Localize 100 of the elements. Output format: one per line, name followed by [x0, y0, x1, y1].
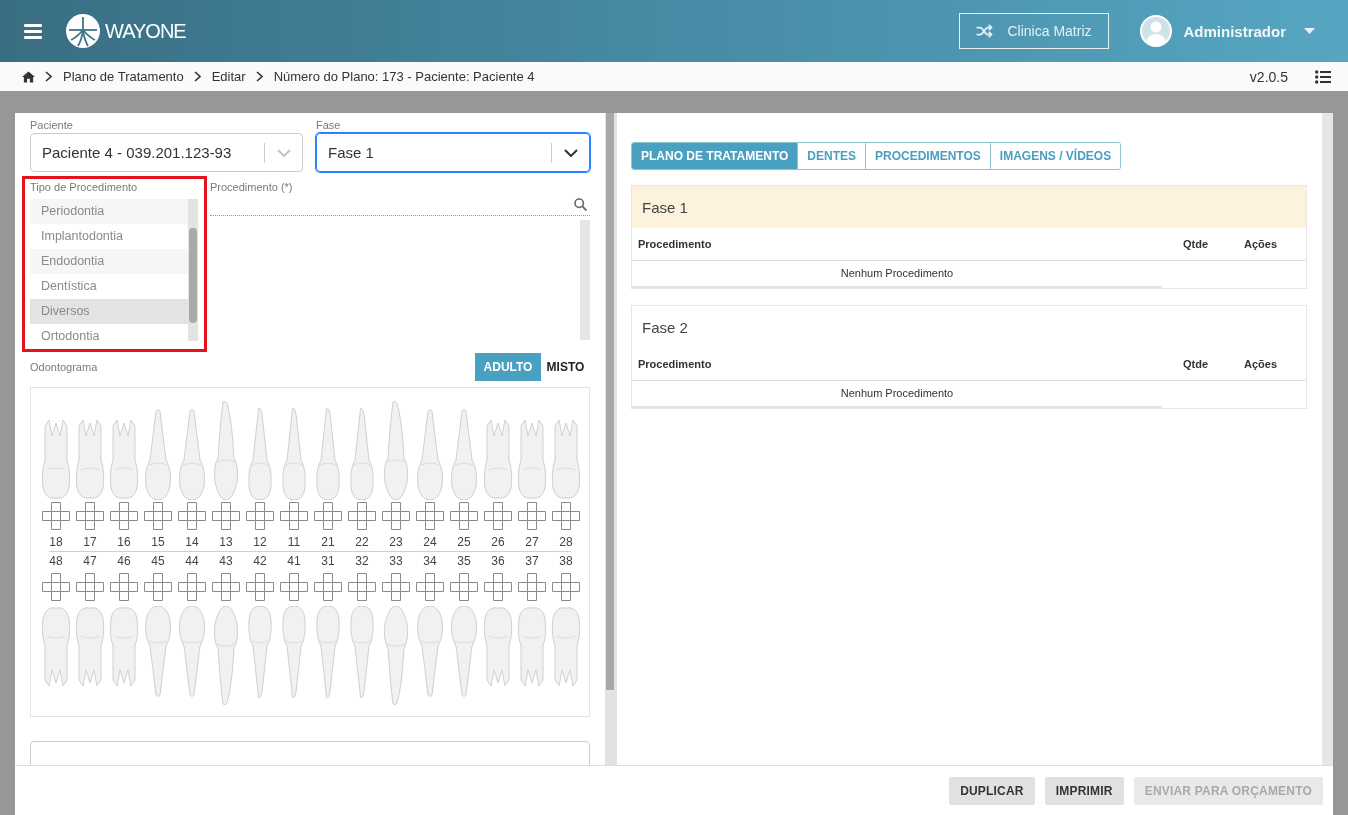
- cross-grid-icon[interactable]: [484, 502, 512, 530]
- cross-grid-icon[interactable]: [280, 502, 308, 530]
- tooth-icon[interactable]: [517, 420, 547, 500]
- cross-grid-icon[interactable]: [280, 573, 308, 601]
- scrollbar-track[interactable]: [188, 199, 198, 341]
- tooth-icon[interactable]: [41, 420, 71, 500]
- cross-grid-icon[interactable]: [178, 502, 206, 530]
- tooth-number: 21: [321, 534, 335, 551]
- tooth-icon[interactable]: [177, 408, 207, 500]
- cross-grid-icon[interactable]: [178, 573, 206, 601]
- list-icon[interactable]: [1315, 69, 1331, 84]
- chevron-icon[interactable]: [564, 148, 578, 157]
- tooth-icon[interactable]: [415, 606, 445, 698]
- tooth-icon[interactable]: [483, 420, 513, 500]
- tooth-icon[interactable]: [347, 606, 377, 698]
- tooth-number: 28: [559, 534, 573, 551]
- dropdown-option[interactable]: Periodontia: [30, 199, 188, 224]
- cross-grid-icon[interactable]: [450, 573, 478, 601]
- tooth-icon[interactable]: [211, 400, 241, 500]
- cross-grid-icon[interactable]: [246, 502, 274, 530]
- cross-grid-icon[interactable]: [314, 573, 342, 601]
- dropdown-option[interactable]: Diversos: [30, 299, 188, 324]
- scrollbar-thumb[interactable]: [189, 228, 197, 323]
- tooth-icon[interactable]: [347, 408, 377, 500]
- cross-grid-icon[interactable]: [518, 502, 546, 530]
- search-icon[interactable]: [574, 198, 587, 211]
- tooth-icon[interactable]: [245, 408, 275, 500]
- scrollbar-track[interactable]: [1322, 113, 1333, 765]
- logo-icon: [66, 14, 100, 48]
- tooth-icon[interactable]: [75, 420, 105, 500]
- tooth-icon[interactable]: [211, 606, 241, 706]
- cross-grid-icon[interactable]: [348, 502, 376, 530]
- tab[interactable]: IMAGENS / VÍDEOS: [989, 143, 1121, 169]
- cross-grid-icon[interactable]: [42, 573, 70, 601]
- phase-title: Fase 1: [642, 198, 688, 216]
- tooth-icon[interactable]: [109, 606, 139, 686]
- tooth-icon[interactable]: [279, 606, 309, 698]
- tooth-icon[interactable]: [313, 408, 343, 500]
- breadcrumb-link[interactable]: Plano de Tratamento: [63, 69, 184, 84]
- cross-grid-icon[interactable]: [450, 502, 478, 530]
- cross-grid-icon[interactable]: [144, 502, 172, 530]
- tooth-icon[interactable]: [41, 606, 71, 686]
- patient-select[interactable]: Paciente 4 - 039.201.123-93: [30, 133, 303, 172]
- tooth-icon[interactable]: [143, 606, 173, 698]
- scrollbar-thumb[interactable]: [606, 113, 614, 690]
- dropdown-option[interactable]: Endodontia: [30, 249, 188, 274]
- duplicate-button[interactable]: DUPLICAR: [949, 776, 1035, 805]
- tooth-icon[interactable]: [143, 408, 173, 500]
- avatar-icon: [1140, 15, 1173, 47]
- tooth-number: 24: [423, 534, 437, 551]
- tooth-icon[interactable]: [449, 606, 479, 698]
- tooth-icon[interactable]: [551, 420, 581, 500]
- cross-grid-icon[interactable]: [518, 573, 546, 601]
- scrollbar-track[interactable]: [605, 113, 617, 765]
- phase-select[interactable]: Fase 1: [316, 133, 590, 172]
- tooth-icon[interactable]: [313, 606, 343, 698]
- cross-grid-icon[interactable]: [382, 573, 410, 601]
- user-menu-button[interactable]: Administrador: [1140, 15, 1315, 47]
- clinic-switch-button[interactable]: Clinica Matriz: [959, 13, 1110, 49]
- tooth-icon[interactable]: [483, 606, 513, 686]
- cross-grid-icon[interactable]: [416, 502, 444, 530]
- tooth-number: 41: [287, 553, 301, 570]
- tooth-icon[interactable]: [109, 420, 139, 500]
- tooth-number: 32: [355, 553, 369, 570]
- cross-grid-icon[interactable]: [416, 573, 444, 601]
- cross-grid-icon[interactable]: [110, 502, 138, 530]
- menu-icon[interactable]: [24, 23, 42, 39]
- cross-grid-icon[interactable]: [42, 502, 70, 530]
- tooth-icon[interactable]: [517, 606, 547, 686]
- cross-grid-icon[interactable]: [382, 502, 410, 530]
- tooth-icon[interactable]: [75, 606, 105, 686]
- tooth-icon[interactable]: [177, 606, 207, 698]
- cross-grid-icon[interactable]: [246, 573, 274, 601]
- tab[interactable]: PLANO DE TRATAMENTO: [632, 143, 798, 169]
- cross-grid-icon[interactable]: [144, 573, 172, 601]
- tooth-icon[interactable]: [245, 606, 275, 698]
- field-label: Procedimento (*): [210, 180, 294, 194]
- tooth-icon[interactable]: [279, 408, 309, 500]
- tooth-number: 11: [287, 534, 301, 551]
- tooth-icon[interactable]: [551, 606, 581, 686]
- cross-grid-icon[interactable]: [552, 502, 580, 530]
- tooth-icon[interactable]: [449, 408, 479, 500]
- empty-message: Nenhum Procedimento: [632, 261, 1162, 288]
- cross-grid-icon[interactable]: [110, 573, 138, 601]
- cross-grid-icon[interactable]: [76, 573, 104, 601]
- tooth-icon[interactable]: [381, 400, 411, 500]
- cross-grid-icon[interactable]: [552, 573, 580, 601]
- cross-grid-icon[interactable]: [484, 573, 512, 601]
- cross-grid-icon[interactable]: [314, 502, 342, 530]
- print-button[interactable]: IMPRIMIR: [1044, 776, 1124, 805]
- cross-grid-icon[interactable]: [76, 502, 104, 530]
- tooth-icon[interactable]: [381, 606, 411, 706]
- breadcrumb-link[interactable]: Editar: [211, 69, 246, 84]
- cross-grid-icon[interactable]: [348, 573, 376, 601]
- tooth-icon[interactable]: [415, 408, 445, 500]
- scrollbar-track[interactable]: [580, 220, 590, 340]
- cross-grid-icon[interactable]: [212, 573, 240, 601]
- cross-grid-icon[interactable]: [212, 502, 240, 530]
- mode-toggle[interactable]: ADULTO: [475, 353, 541, 381]
- home-icon[interactable]: [22, 70, 35, 83]
